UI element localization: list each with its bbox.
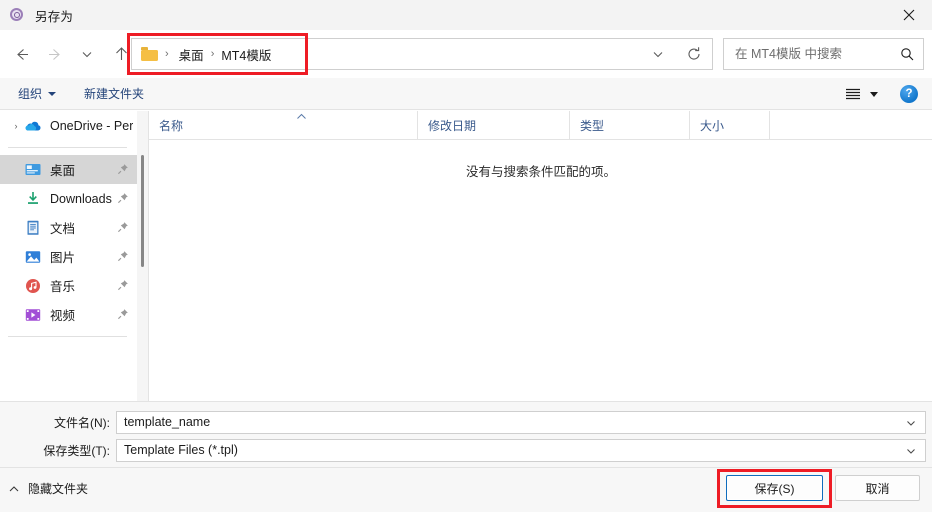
music-icon (24, 277, 42, 295)
recent-locations-chevron-icon[interactable] (72, 39, 102, 69)
documents-icon (24, 219, 42, 237)
hide-folders-label: 隐藏文件夹 (28, 482, 89, 496)
sidebar-item-downloads[interactable]: Downloads (0, 184, 137, 213)
address-bar-actions (640, 38, 712, 70)
filename-label: 文件名(N): (54, 415, 110, 430)
filetype-label: 保存类型(T): (43, 443, 110, 458)
new-folder-button[interactable]: 新建文件夹 (77, 81, 151, 107)
filetype-combobox[interactable] (116, 438, 926, 462)
sidebar-item-label: OneDrive - Per (50, 118, 134, 133)
pin-icon[interactable] (117, 163, 129, 178)
help-icon[interactable]: ? (900, 85, 918, 103)
videos-icon (24, 306, 42, 324)
sidebar-divider-bottom (8, 336, 127, 337)
pin-icon[interactable] (117, 192, 129, 207)
sidebar-divider (8, 147, 127, 148)
organize-label: 组织 (18, 87, 43, 101)
filename-row: 文件名(N): (0, 410, 932, 434)
sidebar-item-desktop[interactable]: 桌面 (0, 155, 137, 184)
organize-button[interactable]: 组织 (11, 81, 63, 107)
content-area: › OneDrive - Per 桌面 Downloads 文档 图片 音乐 视… (0, 111, 932, 401)
navigation-pane: › OneDrive - Per 桌面 Downloads 文档 图片 音乐 视… (0, 111, 137, 401)
app-circle-icon (9, 7, 25, 23)
save-button[interactable]: 保存(S) (726, 475, 823, 501)
previous-locations-chevron-icon[interactable] (644, 40, 672, 68)
pin-icon[interactable] (117, 279, 129, 294)
sidebar-item-pictures[interactable]: 图片 (0, 242, 137, 271)
column-header-type[interactable]: 类型 (569, 111, 689, 139)
chevron-right-icon[interactable]: › (8, 121, 24, 131)
desktop-icon (24, 161, 42, 179)
forward-arrow-icon[interactable] (40, 39, 70, 69)
folder-icon (141, 47, 158, 61)
filename-input[interactable] (122, 414, 886, 430)
sidebar-item-label: 音乐 (50, 280, 76, 294)
hide-folders-button[interactable]: 隐藏文件夹 (8, 480, 88, 497)
chevron-up-icon (8, 484, 20, 494)
sidebar-item-music[interactable]: 音乐 (0, 271, 137, 300)
column-header-date-modified[interactable]: 修改日期 (417, 111, 569, 139)
downloads-icon (24, 190, 42, 208)
sidebar-item-videos[interactable]: 视频 (0, 300, 137, 329)
close-icon[interactable] (886, 0, 932, 30)
empty-list-message: 没有与搜索条件匹配的项。 (465, 165, 616, 179)
search-icon (900, 47, 914, 61)
sort-ascending-icon (296, 113, 307, 122)
breadcrumb-item-current[interactable]: MT4模版 (221, 45, 271, 64)
breadcrumb-separator: › (165, 48, 169, 60)
chevron-down-icon (48, 91, 57, 96)
window-title: 另存为 (35, 9, 74, 24)
column-header-type-label: 类型 (580, 118, 605, 133)
sidebar-item-documents[interactable]: 文档 (0, 213, 137, 242)
pin-icon[interactable] (117, 250, 129, 265)
filetype-input[interactable] (122, 442, 886, 458)
filename-combobox[interactable] (116, 410, 926, 434)
command-bar: 组织 新建文件夹 ? (0, 78, 932, 110)
command-bar-right: ? (840, 78, 932, 110)
filetype-row: 保存类型(T): (0, 438, 932, 462)
view-options-chevron-icon[interactable] (870, 91, 878, 97)
sidebar-item-label: 文档 (50, 222, 76, 236)
chevron-down-icon[interactable] (905, 417, 917, 432)
file-form-area: 文件名(N): 保存类型(T): (0, 401, 932, 467)
column-header-spacer (769, 111, 932, 139)
sidebar-item-label: 视频 (50, 309, 76, 323)
sidebar-item-label: 图片 (50, 251, 76, 265)
sidebar-scrollbar-thumb[interactable] (141, 155, 144, 267)
cancel-button[interactable]: 取消 (835, 475, 920, 501)
column-header-row: 名称 修改日期 类型 大小 (149, 111, 932, 140)
pin-icon[interactable] (117, 308, 129, 323)
sidebar-item-label: 桌面 (50, 164, 76, 178)
sidebar-item-onedrive[interactable]: › OneDrive - Per (0, 111, 137, 140)
breadcrumb-separator-2: › (210, 48, 215, 60)
new-folder-label: 新建文件夹 (84, 87, 145, 101)
search-input[interactable] (733, 46, 892, 62)
column-header-date-label: 修改日期 (428, 118, 477, 133)
search-box[interactable] (723, 38, 924, 70)
save-as-dialog: 另存为 › 桌面 › MT4模版 在 MT4模版 中搜索 组织 新建文件夹 ? … (0, 0, 932, 512)
pictures-icon (24, 248, 42, 266)
column-header-size[interactable]: 大小 (689, 111, 769, 139)
refresh-icon[interactable] (680, 40, 708, 68)
file-list-pane: 名称 修改日期 类型 大小 没有与搜索条件匹配的项。 (148, 111, 932, 401)
column-header-name[interactable]: 名称 (149, 111, 417, 139)
breadcrumb[interactable]: › 桌面 › MT4模版 (131, 38, 713, 70)
title-bar: 另存为 (0, 0, 932, 30)
onedrive-cloud-icon (24, 117, 42, 135)
chevron-down-icon[interactable] (905, 445, 917, 460)
column-header-name-label: 名称 (159, 118, 184, 133)
column-header-size-label: 大小 (700, 118, 725, 133)
sidebar-item-label: Downloads (50, 191, 112, 206)
back-arrow-icon[interactable] (6, 39, 36, 69)
breadcrumb-item-desktop[interactable]: 桌面 (179, 45, 204, 64)
view-options-icon[interactable] (840, 81, 866, 107)
pin-icon[interactable] (117, 221, 129, 236)
window-buttons (886, 0, 932, 30)
